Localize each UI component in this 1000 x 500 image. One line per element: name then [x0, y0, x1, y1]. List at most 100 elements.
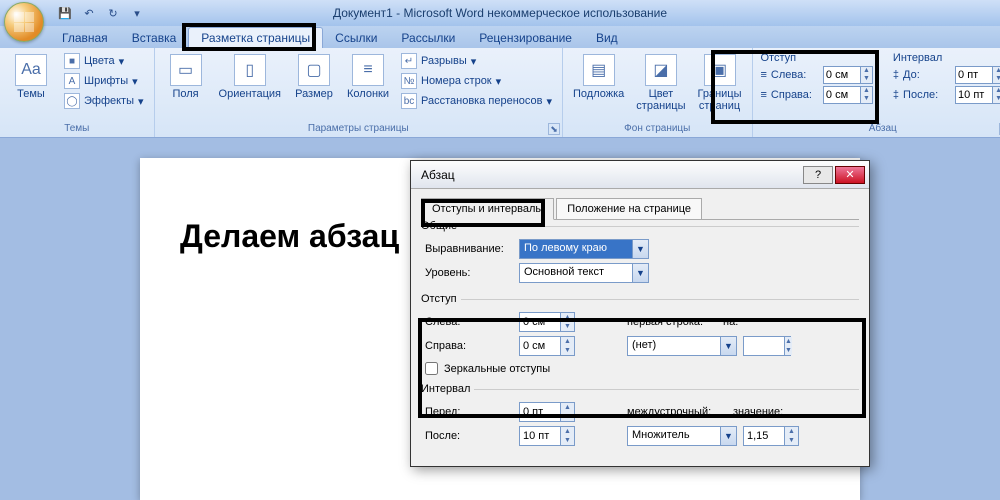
linespacing-combo[interactable]: Множитель▼: [627, 426, 737, 446]
spacing-before-label: До:: [903, 69, 951, 81]
dlg-left-spinner[interactable]: ▲▼: [519, 312, 575, 332]
by-label: на:: [723, 316, 753, 328]
spacing-after-spinner[interactable]: ▲▼: [955, 86, 1000, 104]
margins-button[interactable]: ▭Поля: [161, 52, 211, 102]
orientation-button[interactable]: ▯Ориентация: [215, 52, 285, 102]
dialog-tabs: Отступы и интервалы Положение на страниц…: [421, 197, 859, 220]
redo-icon[interactable]: ↻: [102, 3, 124, 23]
ribbon: Aa Темы ■Цвета ▾ AШрифты ▾ ◯Эффекты ▾ Те…: [0, 48, 1000, 138]
tab-insert[interactable]: Вставка: [120, 28, 189, 48]
firstline-label: первая строка:: [627, 316, 717, 328]
hyphen-icon: bc: [401, 93, 417, 109]
tab-indents-spacing[interactable]: Отступы и интервалы: [421, 198, 554, 220]
dlg-before-label: Перед:: [425, 406, 513, 418]
columns-icon: ≡: [352, 54, 384, 86]
group-page-background: ▤Подложка ◪Цвет страницы ▣Границы страни…: [563, 48, 752, 137]
indent-left-label: Слева:: [771, 69, 819, 81]
group-page-setup: ▭Поля ▯Ориентация ▢Размер ≡Колонки ↵Разр…: [155, 48, 563, 137]
tab-home[interactable]: Главная: [50, 28, 120, 48]
group-paragraph-title: Абзац: [761, 122, 1000, 135]
indent-header: Отступ: [761, 52, 873, 64]
chevron-down-icon[interactable]: ▼: [720, 337, 736, 355]
group-themes: Aa Темы ■Цвета ▾ AШрифты ▾ ◯Эффекты ▾ Те…: [0, 48, 155, 137]
tab-review[interactable]: Рецензирование: [467, 28, 584, 48]
paragraph-dialog: Абзац ? ✕ Отступы и интервалы Положение …: [410, 160, 870, 467]
save-icon[interactable]: 💾: [54, 3, 76, 23]
page-setup-dialog-launcher[interactable]: ⬊: [548, 123, 560, 135]
window-title: Документ1 - Microsoft Word некоммерческо…: [333, 6, 667, 20]
hyphenation-button[interactable]: bcРасстановка переносов ▾: [397, 92, 556, 110]
pagecolor-icon: ◪: [645, 54, 677, 86]
borders-icon: ▣: [704, 54, 736, 86]
tab-references[interactable]: Ссылки: [323, 28, 389, 48]
indent-right-label: Справа:: [771, 89, 819, 101]
dlg-right-spinner[interactable]: ▲▼: [519, 336, 575, 356]
theme-fonts-button[interactable]: AШрифты ▾: [60, 72, 148, 90]
chevron-down-icon[interactable]: ▼: [720, 427, 736, 445]
value-label: значение:: [733, 406, 793, 418]
linespacing-label: междустрочный:: [627, 406, 727, 418]
dlg-right-label: Справа:: [425, 340, 513, 352]
undo-icon[interactable]: ↶: [78, 3, 100, 23]
group-paragraph: Отступ ≡ Слева: ▲▼ ≡ Справа: ▲▼ Интервал…: [753, 48, 1000, 137]
line-numbers-button[interactable]: №Номера строк ▾: [397, 72, 556, 90]
chevron-down-icon[interactable]: ▼: [632, 240, 648, 258]
breaks-button[interactable]: ↵Разрывы ▾: [397, 52, 556, 70]
quick-access-toolbar: 💾 ↶ ↻ ▾: [54, 3, 148, 23]
by-spinner[interactable]: ▲▼: [743, 336, 791, 356]
fieldset-spacing: Интервал Перед: ▲▼ междустрочный: значен…: [421, 389, 859, 454]
dlg-left-label: Слева:: [425, 316, 513, 328]
tab-line-page-breaks[interactable]: Положение на странице: [556, 198, 702, 220]
fieldset-indentation: Отступ Слева: ▲▼ первая строка: на: Спра…: [421, 299, 859, 381]
value-spinner[interactable]: ▲▼: [743, 426, 799, 446]
themes-button[interactable]: Aa Темы: [6, 52, 56, 102]
outline-level-combo[interactable]: Основной текст▼: [519, 263, 649, 283]
alignment-label: Выравнивание:: [425, 243, 513, 255]
columns-button[interactable]: ≡Колонки: [343, 52, 393, 102]
colors-icon: ■: [64, 53, 80, 69]
indent-left-icon: ≡: [761, 69, 767, 81]
dlg-after-spinner[interactable]: ▲▼: [519, 426, 575, 446]
tab-mailings[interactable]: Рассылки: [389, 28, 467, 48]
tab-view[interactable]: Вид: [584, 28, 630, 48]
indent-right-spinner[interactable]: ▲▼: [823, 86, 873, 104]
outline-level-label: Уровень:: [425, 267, 513, 279]
qat-dropdown-icon[interactable]: ▾: [126, 3, 148, 23]
firstline-combo[interactable]: (нет)▼: [627, 336, 737, 356]
size-icon: ▢: [298, 54, 330, 86]
page-color-button[interactable]: ◪Цвет страницы: [632, 52, 689, 114]
breaks-icon: ↵: [401, 53, 417, 69]
before-icon: ‡: [893, 69, 899, 81]
alignment-combo[interactable]: По левому краю▼: [519, 239, 649, 259]
group-page-setup-title: Параметры страницы: [161, 122, 556, 135]
size-button[interactable]: ▢Размер: [289, 52, 339, 102]
margins-icon: ▭: [170, 54, 202, 86]
close-button[interactable]: ✕: [835, 166, 865, 184]
dlg-after-label: После:: [425, 430, 513, 442]
themes-icon: Aa: [15, 54, 47, 86]
effects-icon: ◯: [64, 93, 80, 109]
mirror-indents-checkbox[interactable]: Зеркальные отступы: [425, 362, 855, 375]
theme-colors-button[interactable]: ■Цвета ▾: [60, 52, 148, 70]
fieldset-general: Общие Выравнивание: По левому краю▼ Уров…: [421, 226, 859, 291]
chevron-down-icon[interactable]: ▼: [632, 264, 648, 282]
tab-page-layout[interactable]: Разметка страницы: [188, 27, 323, 48]
page-borders-button[interactable]: ▣Границы страниц: [694, 52, 746, 114]
indent-left-spinner[interactable]: ▲▼: [823, 66, 873, 84]
dlg-before-spinner[interactable]: ▲▼: [519, 402, 575, 422]
after-icon: ‡: [893, 89, 899, 101]
titlebar: 💾 ↶ ↻ ▾ Документ1 - Microsoft Word неком…: [0, 0, 1000, 26]
dialog-titlebar: Абзац ? ✕: [411, 161, 869, 189]
theme-effects-button[interactable]: ◯Эффекты ▾: [60, 92, 148, 110]
watermark-button[interactable]: ▤Подложка: [569, 52, 628, 102]
spacing-header: Интервал: [893, 52, 1000, 64]
ribbon-tabs: Главная Вставка Разметка страницы Ссылки…: [0, 26, 1000, 48]
help-button[interactable]: ?: [803, 166, 833, 184]
group-themes-title: Темы: [6, 122, 148, 135]
fonts-icon: A: [64, 73, 80, 89]
group-page-bg-title: Фон страницы: [569, 122, 745, 135]
spacing-after-label: После:: [903, 89, 951, 101]
spacing-before-spinner[interactable]: ▲▼: [955, 66, 1000, 84]
office-button[interactable]: [4, 2, 44, 42]
watermark-icon: ▤: [583, 54, 615, 86]
